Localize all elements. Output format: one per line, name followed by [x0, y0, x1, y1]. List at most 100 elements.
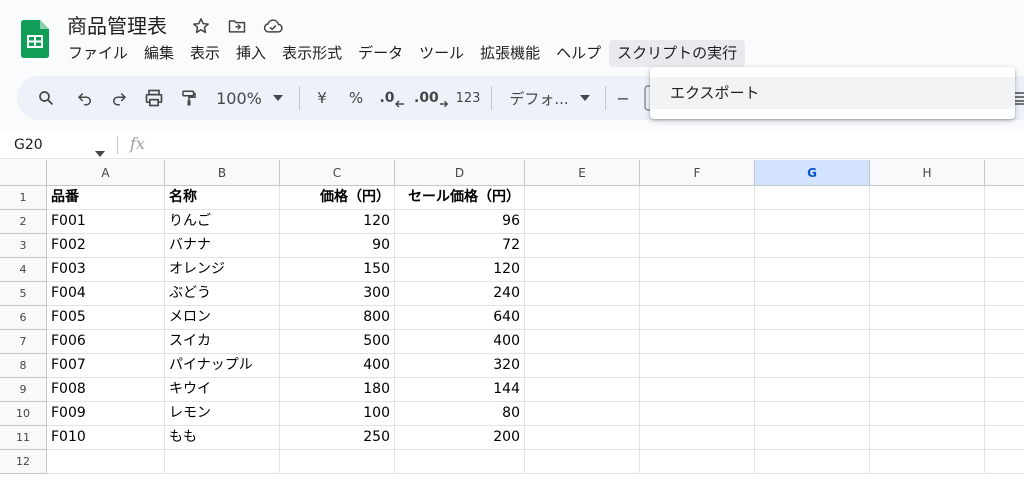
cell[interactable]	[525, 258, 640, 282]
cell[interactable]	[755, 306, 870, 330]
cell[interactable]	[525, 450, 640, 474]
column-header-c[interactable]: C	[280, 160, 395, 186]
cell[interactable]: りんご	[165, 210, 280, 234]
cell[interactable]	[755, 282, 870, 306]
row-header[interactable]: 3	[0, 234, 47, 258]
cell[interactable]	[395, 450, 525, 474]
paint-format-icon[interactable]	[176, 76, 202, 120]
menu-format[interactable]: 表示形式	[274, 40, 350, 67]
cell[interactable]	[640, 186, 755, 210]
cell[interactable]	[280, 450, 395, 474]
cell[interactable]	[870, 234, 985, 258]
cell[interactable]: キウイ	[165, 378, 280, 402]
menu-extensions[interactable]: 拡張機能	[472, 40, 548, 67]
move-folder-icon[interactable]	[226, 15, 248, 37]
cell[interactable]	[985, 402, 1024, 426]
cell[interactable]	[755, 402, 870, 426]
cell[interactable]	[525, 186, 640, 210]
cell[interactable]	[755, 426, 870, 450]
name-box[interactable]: G20	[14, 135, 43, 155]
percent-format-button[interactable]: %	[344, 76, 368, 120]
cell[interactable]: 320	[395, 354, 525, 378]
undo-icon[interactable]	[72, 76, 98, 120]
cell[interactable]	[640, 282, 755, 306]
document-title[interactable]: 商品管理表	[67, 13, 167, 39]
cell[interactable]: 120	[395, 258, 525, 282]
cell[interactable]: 400	[280, 354, 395, 378]
cell[interactable]	[525, 210, 640, 234]
cell[interactable]: F008	[47, 378, 165, 402]
cell[interactable]	[985, 330, 1024, 354]
row-header[interactable]: 12	[0, 450, 47, 474]
menu-run-script[interactable]: スクリプトの実行	[609, 40, 746, 67]
cell[interactable]: 144	[395, 378, 525, 402]
cell[interactable]	[755, 450, 870, 474]
redo-icon[interactable]	[106, 76, 132, 120]
cell[interactable]: バナナ	[165, 234, 280, 258]
menu-insert[interactable]: 挿入	[228, 40, 274, 67]
cell[interactable]: もも	[165, 426, 280, 450]
print-icon[interactable]	[141, 76, 167, 120]
cell[interactable]	[870, 306, 985, 330]
cell[interactable]: 150	[280, 258, 395, 282]
cell[interactable]: F001	[47, 210, 165, 234]
cell[interactable]	[870, 402, 985, 426]
cell[interactable]	[525, 282, 640, 306]
sheets-logo-icon[interactable]	[21, 20, 49, 58]
column-header-d[interactable]: D	[395, 160, 525, 186]
cell[interactable]: メロン	[165, 306, 280, 330]
column-header-h[interactable]: H	[870, 160, 985, 186]
cell[interactable]	[525, 234, 640, 258]
cloud-saved-icon[interactable]	[262, 15, 284, 37]
row-header[interactable]: 8	[0, 354, 47, 378]
cell[interactable]: 72	[395, 234, 525, 258]
cell[interactable]	[985, 378, 1024, 402]
cell[interactable]	[525, 306, 640, 330]
cell[interactable]: 90	[280, 234, 395, 258]
menu-help[interactable]: ヘルプ	[548, 40, 609, 67]
cell[interactable]: F007	[47, 354, 165, 378]
cell[interactable]: F006	[47, 330, 165, 354]
cell[interactable]: 640	[395, 306, 525, 330]
cell[interactable]	[870, 330, 985, 354]
cell[interactable]	[755, 378, 870, 402]
menu-item-export[interactable]: エクスポート	[650, 77, 1015, 109]
cell[interactable]: パイナップル	[165, 354, 280, 378]
cell[interactable]: 200	[395, 426, 525, 450]
cell[interactable]: レモン	[165, 402, 280, 426]
cell[interactable]	[985, 234, 1024, 258]
column-header-g[interactable]: G	[755, 160, 870, 186]
column-header-f[interactable]: F	[640, 160, 755, 186]
cell[interactable]	[755, 234, 870, 258]
cell[interactable]: 250	[280, 426, 395, 450]
cell[interactable]: 800	[280, 306, 395, 330]
cell[interactable]	[525, 426, 640, 450]
column-header-a[interactable]: A	[47, 160, 165, 186]
cell[interactable]	[640, 234, 755, 258]
cell[interactable]: F005	[47, 306, 165, 330]
cell[interactable]	[640, 402, 755, 426]
menu-data[interactable]: データ	[350, 40, 411, 67]
increase-decimal-button[interactable]: .00	[414, 76, 448, 120]
zoom-value[interactable]: 100%	[215, 76, 263, 120]
cell[interactable]	[870, 354, 985, 378]
row-header[interactable]: 5	[0, 282, 47, 306]
row-header[interactable]: 11	[0, 426, 47, 450]
cell[interactable]	[985, 282, 1024, 306]
row-header[interactable]: 1	[0, 186, 47, 210]
cell[interactable]	[985, 450, 1024, 474]
cell[interactable]: F009	[47, 402, 165, 426]
cell[interactable]	[985, 354, 1024, 378]
cell[interactable]: スイカ	[165, 330, 280, 354]
cell[interactable]	[870, 378, 985, 402]
row-header[interactable]: 7	[0, 330, 47, 354]
header-cell[interactable]: セール価格（円）	[395, 186, 525, 210]
cell[interactable]: オレンジ	[165, 258, 280, 282]
header-cell[interactable]: 価格（円）	[280, 186, 395, 210]
cell[interactable]	[640, 378, 755, 402]
menu-edit[interactable]: 編集	[136, 40, 182, 67]
cell[interactable]	[870, 282, 985, 306]
font-dropdown-icon[interactable]	[577, 76, 593, 120]
cell[interactable]	[640, 354, 755, 378]
search-icon[interactable]	[33, 76, 59, 120]
